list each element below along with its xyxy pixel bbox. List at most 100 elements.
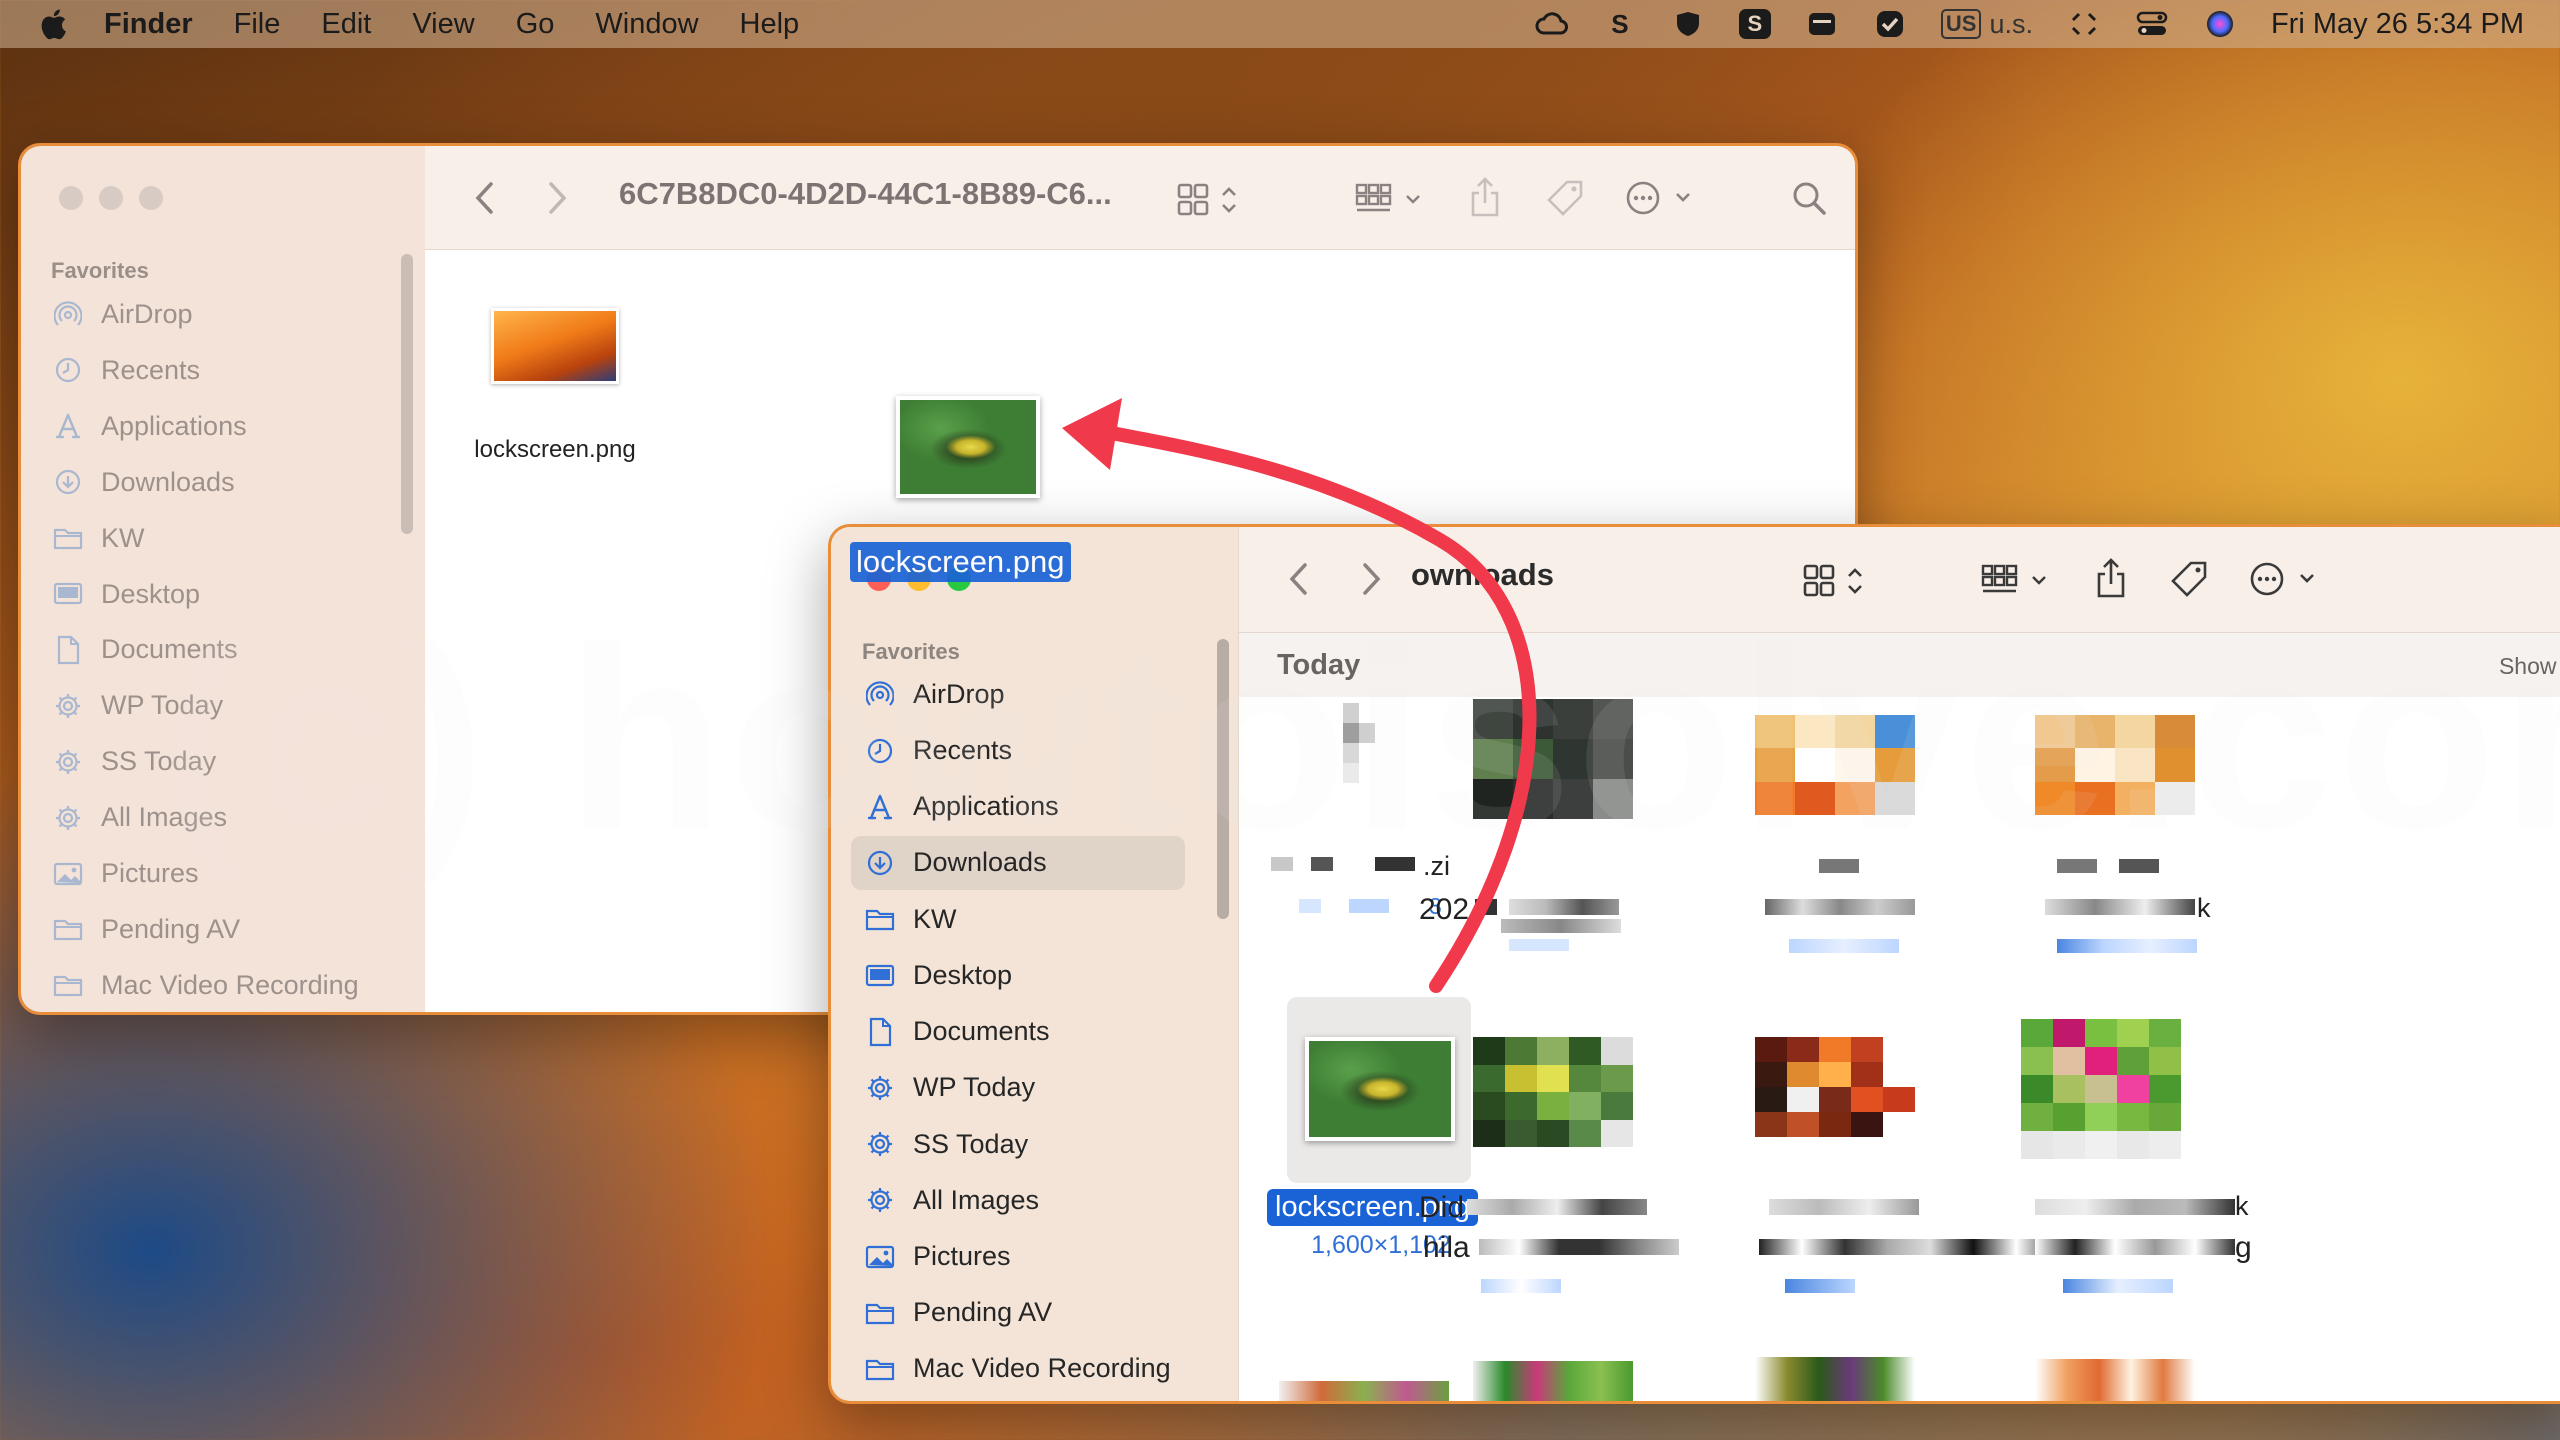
clock-icon xyxy=(865,736,895,766)
sidebar-scrollbar[interactable] xyxy=(1217,639,1229,919)
sidebar-item-label: Recents xyxy=(101,354,201,385)
more-actions-icon[interactable] xyxy=(1625,178,1701,218)
content-area: ownloads Today Show l xyxy=(1239,527,2560,1401)
sidebar-item-all-images[interactable]: All Images xyxy=(53,802,227,833)
butterfly-image xyxy=(900,400,1036,494)
view-icon-grid[interactable] xyxy=(1803,561,1873,601)
group-by-icon[interactable] xyxy=(1353,180,1433,220)
menu-edit[interactable]: Edit xyxy=(321,8,371,41)
blur-block xyxy=(1479,1239,1679,1255)
sidebar-item-airdrop[interactable]: AirDrop xyxy=(53,299,193,330)
menu-view[interactable]: View xyxy=(412,8,474,41)
menu-go[interactable]: Go xyxy=(516,8,555,41)
close-button[interactable] xyxy=(59,186,83,210)
file-thumbnail-blurred[interactable] xyxy=(1327,703,1391,783)
sidebar-item-ss-today[interactable]: SS Today xyxy=(865,1129,1028,1160)
blur-block xyxy=(1299,899,1321,913)
drag-thumbnail[interactable] xyxy=(896,396,1040,498)
blur-block xyxy=(2035,1239,2235,1255)
file-thumbnail-blurred[interactable] xyxy=(1755,1037,1915,1137)
file-thumbnail-blurred[interactable] xyxy=(1473,1361,1633,1401)
menu-window[interactable]: Window xyxy=(595,8,698,41)
sidebar-item-wp-today[interactable]: WP Today xyxy=(865,1072,1035,1103)
file-thumbnail-blurred[interactable] xyxy=(2035,1359,2195,1401)
file-thumbnail-blurred[interactable] xyxy=(1755,715,1915,815)
group-by-icon[interactable] xyxy=(1979,561,2059,601)
file-name-label[interactable]: lockscreen.png xyxy=(465,436,645,464)
minimize-button[interactable] xyxy=(99,186,123,210)
sidebar-item-pictures[interactable]: Pictures xyxy=(865,1241,1011,1272)
share-icon[interactable] xyxy=(2091,555,2131,601)
blur-block xyxy=(1765,899,1915,915)
sidebar-scrollbar[interactable] xyxy=(401,254,413,534)
sidebar-item-label: Documents xyxy=(101,634,238,665)
sidebar-item-downloads[interactable]: Downloads xyxy=(53,467,235,498)
window-icon[interactable] xyxy=(1805,7,1839,41)
check-icon[interactable] xyxy=(1873,7,1907,41)
creative-cloud-icon[interactable] xyxy=(1535,7,1569,41)
blur-block xyxy=(1759,1239,2059,1255)
search-icon[interactable] xyxy=(1787,176,1831,220)
sidebar-item-recents[interactable]: Recents xyxy=(53,355,200,386)
share-icon[interactable] xyxy=(1465,174,1505,220)
sidebar-item-ss-today[interactable]: SS Today xyxy=(53,746,216,777)
sidebar-item-pending-av[interactable]: Pending AV xyxy=(865,1297,1052,1328)
control-center-icon[interactable] xyxy=(2135,7,2169,41)
expand-icon[interactable] xyxy=(2067,7,2101,41)
back-chevron-icon[interactable] xyxy=(465,176,505,220)
sidebar-item-mac-video-recording[interactable]: Mac Video Recording xyxy=(53,970,359,1001)
sidebar-item-desktop[interactable]: Desktop xyxy=(53,579,200,610)
skype-icon[interactable]: S xyxy=(1738,9,1771,39)
sidebar-item-desktop[interactable]: Desktop xyxy=(865,960,1012,991)
menu-help[interactable]: Help xyxy=(740,8,800,41)
folder-icon xyxy=(865,1298,895,1328)
sidebar-item-downloads[interactable]: Downloads xyxy=(851,835,1185,890)
file-thumbnail-blurred[interactable] xyxy=(2035,715,2195,815)
sidebar-item-wp-today[interactable]: WP Today xyxy=(53,690,223,721)
s-icon[interactable]: S xyxy=(1603,7,1637,41)
shield-icon[interactable] xyxy=(1671,7,1705,41)
file-thumbnail-blurred[interactable] xyxy=(2021,1019,2181,1159)
sidebar-item-label: Pending AV xyxy=(101,913,241,944)
input-badge: US xyxy=(1940,9,1982,39)
pictures-icon xyxy=(53,859,83,889)
sidebar-item-kw[interactable]: KW xyxy=(865,904,957,935)
show-less-link[interactable]: Show l xyxy=(2499,653,2560,680)
file-thumbnail-butterfly[interactable] xyxy=(1305,1037,1455,1141)
back-chevron-icon[interactable] xyxy=(1279,557,1319,601)
view-icon-grid[interactable] xyxy=(1177,180,1247,220)
tag-icon[interactable] xyxy=(1543,176,1587,220)
blur-block xyxy=(1819,859,1859,873)
sidebar-item-all-images[interactable]: All Images xyxy=(865,1185,1039,1216)
apple-menu-icon[interactable] xyxy=(38,7,68,41)
sidebar-item-mac-video-recording[interactable]: Mac Video Recording xyxy=(865,1353,1171,1384)
file-thumbnail-blurred[interactable] xyxy=(1473,1037,1633,1147)
forward-chevron-icon[interactable] xyxy=(1351,557,1391,601)
file-thumbnail-blurred[interactable] xyxy=(1279,1381,1449,1401)
more-actions-icon[interactable] xyxy=(2249,559,2325,599)
siri-icon[interactable] xyxy=(2203,7,2237,41)
zoom-button[interactable] xyxy=(139,186,163,210)
menu-finder[interactable]: Finder xyxy=(104,8,193,41)
sidebar-item-airdrop[interactable]: AirDrop xyxy=(865,679,1005,710)
file-thumbnail-blurred[interactable] xyxy=(1755,1357,1915,1401)
sidebar-item-recents[interactable]: Recents xyxy=(865,735,1012,766)
sidebar-item-pending-av[interactable]: Pending AV xyxy=(53,914,240,945)
sidebar-item-documents[interactable]: Documents xyxy=(865,1016,1050,1047)
file-thumbnail-blurred[interactable] xyxy=(1473,699,1633,819)
tag-icon[interactable] xyxy=(2167,557,2211,601)
menu-clock[interactable]: Fri May 26 5:34 PM xyxy=(2271,8,2524,41)
sidebar-item-pictures[interactable]: Pictures xyxy=(53,858,199,889)
input-source-icon[interactable]: US u.s. xyxy=(1940,9,2033,40)
sidebar-item-kw[interactable]: KW xyxy=(53,523,145,554)
sidebar-item-applications[interactable]: Applications xyxy=(53,411,247,442)
sidebar-item-applications[interactable]: Applications xyxy=(865,791,1059,822)
file-thumbnail-orange[interactable] xyxy=(491,308,619,384)
sidebar-heading-favorites: Favorites xyxy=(51,258,149,283)
forward-chevron-icon[interactable] xyxy=(537,176,577,220)
path-title: 6C7B8DC0-4D2D-44C1-8B89-C6... xyxy=(619,176,1112,211)
drag-file-label: lockscreen.png xyxy=(850,542,1071,582)
menu-file[interactable]: File xyxy=(234,8,281,41)
blur-block xyxy=(1349,899,1389,913)
sidebar-item-documents[interactable]: Documents xyxy=(53,634,238,665)
